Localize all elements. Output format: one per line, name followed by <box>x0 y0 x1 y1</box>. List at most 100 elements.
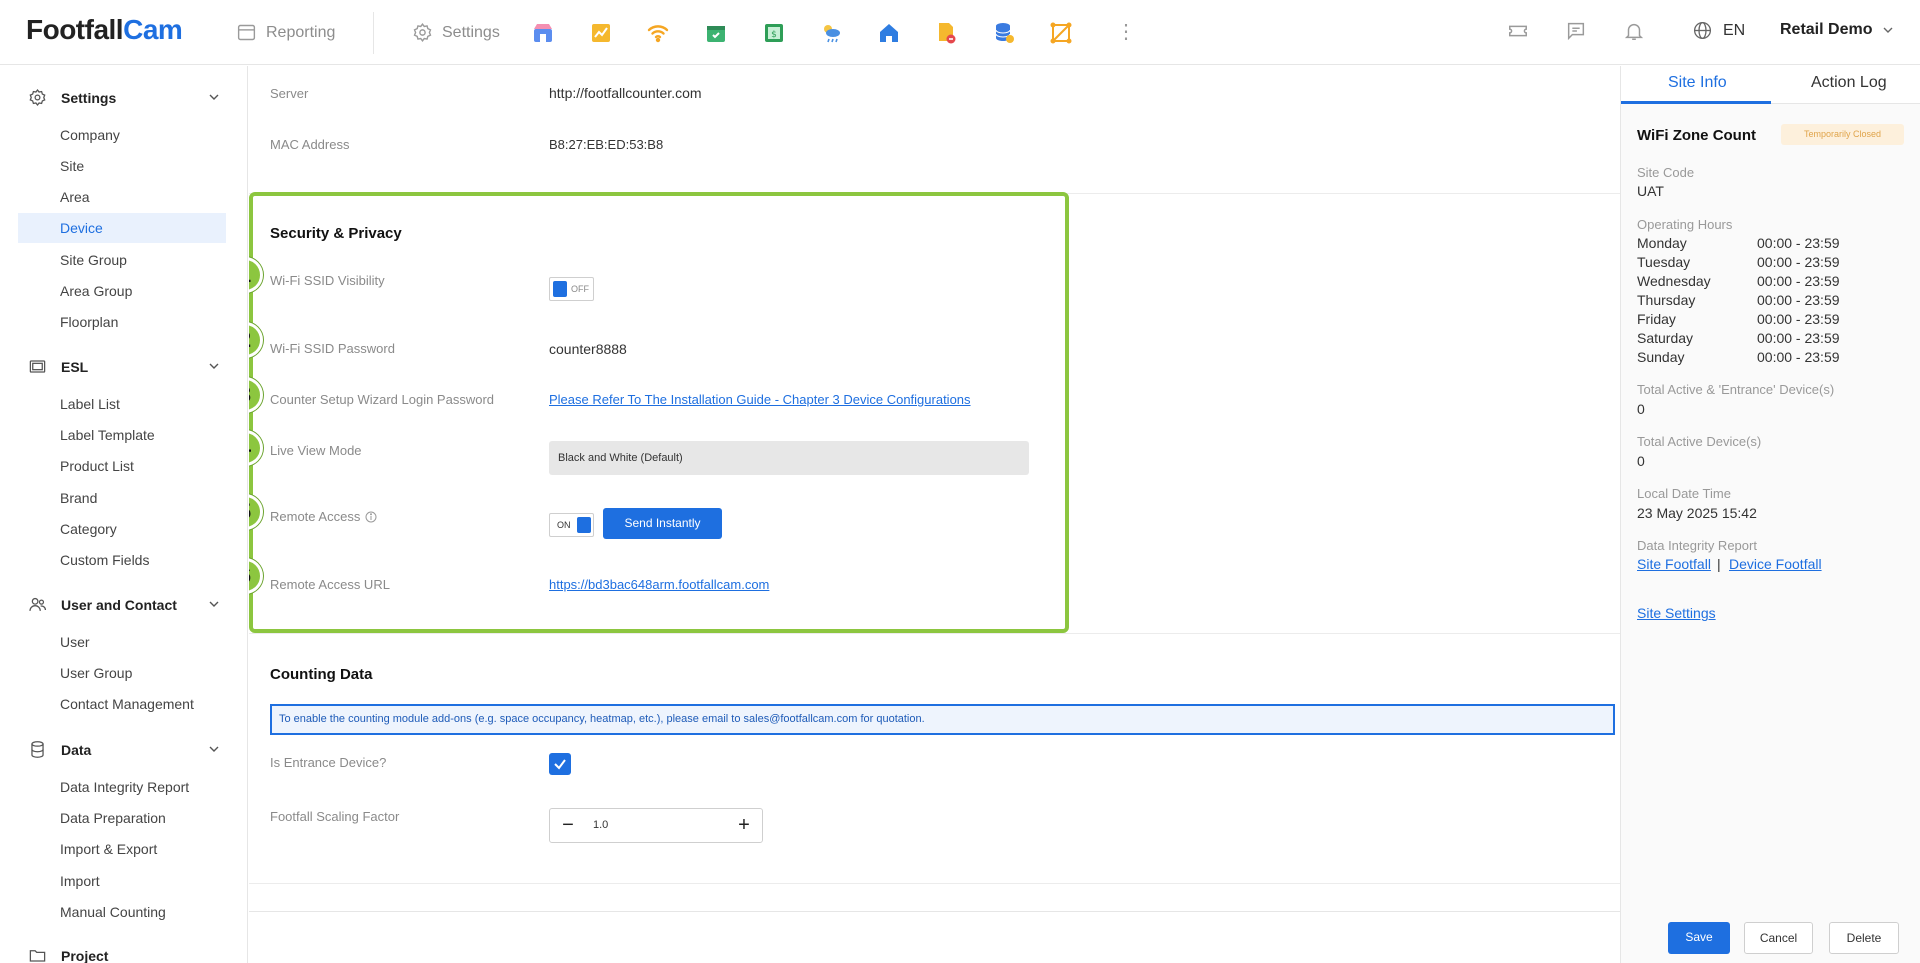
server-label: Server <box>270 86 309 101</box>
security-highlight-frame <box>249 192 1069 633</box>
hours-value: 00:00 - 23:59 <box>1757 292 1840 308</box>
link-separator: | <box>1717 556 1721 572</box>
chat-icon[interactable] <box>1565 20 1587 42</box>
sidebar-section-project[interactable]: Project <box>28 946 220 963</box>
sidebar-section-data[interactable]: Data <box>28 740 220 759</box>
remote-access-toggle[interactable]: ON <box>549 513 594 537</box>
sidebar-item-manual-counting[interactable]: Manual Counting <box>18 897 226 927</box>
counting-data-title: Counting Data <box>270 666 373 683</box>
day-label: Saturday <box>1637 330 1694 346</box>
nav-reporting[interactable]: Reporting <box>236 22 335 43</box>
mac-address-value: B8:27:EB:ED:53:B8 <box>549 137 664 152</box>
footfallcam-logo[interactable]: FootfallCam <box>26 14 183 46</box>
site-settings-link[interactable]: Site Settings <box>1637 605 1716 621</box>
nav-reporting-label: Reporting <box>266 23 336 41</box>
sidebar-item-import[interactable]: Import <box>18 866 226 896</box>
folder-icon <box>29 950 46 962</box>
save-button[interactable]: Save <box>1668 922 1730 954</box>
more-apps-icon[interactable]: ⋮ <box>1116 21 1136 43</box>
nav-settings-label: Settings <box>442 23 500 41</box>
wifi-icon[interactable] <box>645 20 671 46</box>
sidebar-item-import-export[interactable]: Import & Export <box>18 834 226 864</box>
remote-access-label: Remote Access <box>270 509 361 524</box>
live-view-mode-select[interactable]: Black and White (Default) <box>549 441 1029 475</box>
status-badge: Temporarily Closed <box>1781 124 1904 145</box>
sidebar-item-user-group[interactable]: User Group <box>18 658 226 688</box>
sidebar-item-contact-management[interactable]: Contact Management <box>18 689 226 719</box>
is-entrance-device-checkbox[interactable] <box>549 753 571 775</box>
delete-button[interactable]: Delete <box>1829 922 1899 954</box>
sidebar-item-label-list[interactable]: Label List <box>18 389 226 419</box>
hours-value: 00:00 - 23:59 <box>1757 235 1840 251</box>
remote-access-label-group: Remote Access <box>270 509 377 524</box>
site-footfall-link[interactable]: Site Footfall <box>1637 556 1711 572</box>
wifi-ssid-password-label: Wi-Fi SSID Password <box>270 341 395 356</box>
section-divider <box>249 633 1620 634</box>
sidebar-item-site[interactable]: Site <box>18 151 226 181</box>
tab-action-log[interactable]: Action Log <box>1811 74 1887 92</box>
floorplan-icon[interactable] <box>1048 20 1074 46</box>
sidebar-item-floorplan[interactable]: Floorplan <box>18 307 226 337</box>
sidebar-item-custom-fields[interactable]: Custom Fields <box>18 545 226 575</box>
sidebar-section-settings[interactable]: Settings <box>28 88 220 107</box>
chevron-down-icon <box>209 363 219 369</box>
bell-icon[interactable] <box>1623 20 1645 42</box>
store-icon[interactable] <box>530 20 556 46</box>
mac-address-label: MAC Address <box>270 137 350 152</box>
nav-settings[interactable]: Settings <box>412 22 500 43</box>
hours-value: 00:00 - 23:59 <box>1757 349 1840 365</box>
remote-access-url-link[interactable]: https://bd3bac648arm.footfallcam.com <box>549 577 769 592</box>
operating-hours-label: Operating Hours <box>1637 217 1733 232</box>
scaling-factor-stepper: − 1.0 + <box>549 808 763 843</box>
database-icon[interactable] <box>991 20 1017 46</box>
decrement-button[interactable]: − <box>556 814 580 836</box>
hours-value: 00:00 - 23:59 <box>1757 254 1840 270</box>
chevron-down-icon <box>209 94 219 100</box>
data-integrity-report-label: Data Integrity Report <box>1637 538 1757 553</box>
chart-icon[interactable] <box>588 20 614 46</box>
form-footer: Save Cancel Delete <box>249 911 1899 963</box>
total-active-entrance-label: Total Active & 'Entrance' Device(s) <box>1637 382 1835 397</box>
sidebar-section-label: Settings <box>61 89 117 106</box>
wifi-ssid-visibility-toggle[interactable]: OFF <box>549 277 594 301</box>
sidebar-item-category[interactable]: Category <box>18 514 226 544</box>
nav-divider <box>373 12 374 54</box>
send-instantly-button[interactable]: Send Instantly <box>603 508 722 539</box>
sidebar-item-company[interactable]: Company <box>18 120 226 150</box>
sidebar-item-site-group[interactable]: Site Group <box>18 245 226 275</box>
device-footfall-link[interactable]: Device Footfall <box>1729 556 1822 572</box>
increment-button[interactable]: + <box>732 814 756 836</box>
sidebar-item-label-template[interactable]: Label Template <box>18 420 226 450</box>
home-icon[interactable] <box>876 20 902 46</box>
sidebar-item-product-list[interactable]: Product List <box>18 451 226 481</box>
alert-file-icon[interactable] <box>933 20 959 46</box>
active-tab-indicator <box>1621 101 1771 104</box>
tab-site-info[interactable]: Site Info <box>1668 74 1727 92</box>
sidebar-item-area-group[interactable]: Area Group <box>18 276 226 306</box>
user-menu[interactable]: Retail Demo <box>1780 21 1894 39</box>
sidebar-section-esl[interactable]: ESL <box>28 357 220 376</box>
sidebar-item-data-integrity-report[interactable]: Data Integrity Report <box>18 772 226 802</box>
report-icon[interactable]: $ <box>761 20 787 46</box>
calendar-icon[interactable] <box>703 20 729 46</box>
reporting-icon <box>237 24 256 41</box>
sidebar-item-area[interactable]: Area <box>18 182 226 212</box>
sidebar-item-data-preparation[interactable]: Data Preparation <box>18 803 226 833</box>
sidebar-section-user-and-contact[interactable]: User and Contact <box>28 595 220 614</box>
day-label: Wednesday <box>1637 273 1711 289</box>
weather-icon[interactable] <box>818 20 844 46</box>
user-name: Retail Demo <box>1780 21 1873 38</box>
is-entrance-device-label: Is Entrance Device? <box>270 755 387 770</box>
scaling-factor-value[interactable]: 1.0 <box>593 819 608 831</box>
sidebar-section-label: Project <box>61 947 109 963</box>
info-icon[interactable] <box>365 511 377 523</box>
day-label: Thursday <box>1637 292 1696 308</box>
total-active-devices-label: Total Active Device(s) <box>1637 434 1762 449</box>
sidebar-item-device[interactable]: Device <box>18 213 226 243</box>
ticket-icon[interactable] <box>1507 20 1529 42</box>
installation-guide-link[interactable]: Please Refer To The Installation Guide -… <box>549 392 971 407</box>
cancel-button[interactable]: Cancel <box>1744 922 1813 954</box>
sidebar-item-user[interactable]: User <box>18 627 226 657</box>
sidebar-item-brand[interactable]: Brand <box>18 483 226 513</box>
language-selector[interactable]: EN <box>1692 20 1745 41</box>
